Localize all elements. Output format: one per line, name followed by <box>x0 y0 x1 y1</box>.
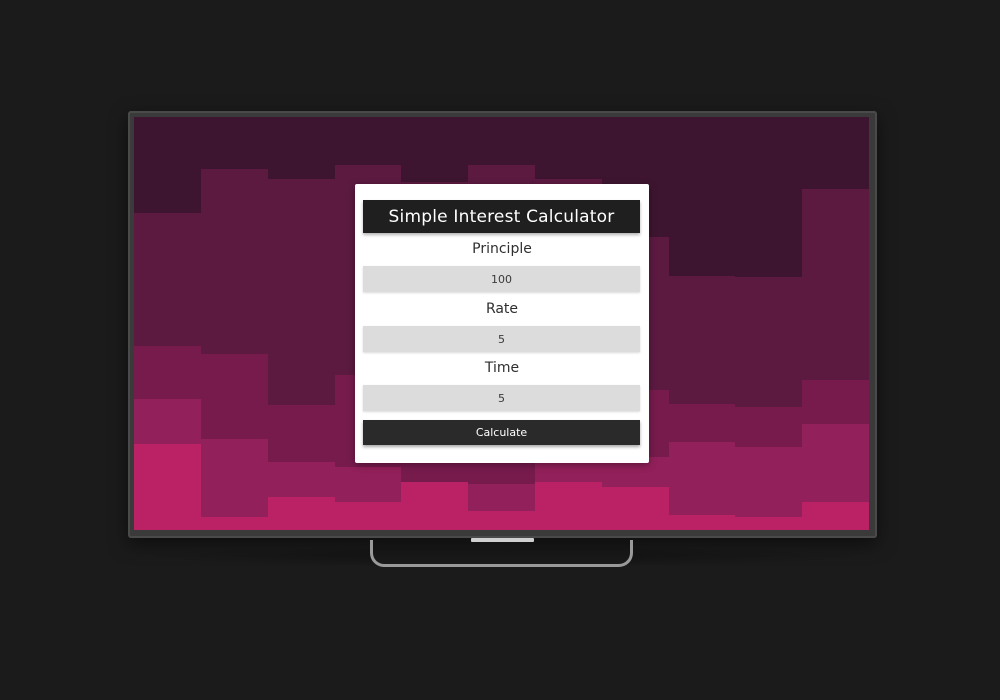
calculator-card: Simple Interest Calculator Principle Rat… <box>355 184 649 463</box>
rate-input[interactable] <box>363 326 640 352</box>
tv-stand-neck <box>471 538 534 542</box>
principle-label: Principle <box>472 241 532 257</box>
time-input[interactable] <box>363 385 640 411</box>
rate-label: Rate <box>485 301 519 317</box>
calculate-button[interactable]: Calculate <box>363 420 640 445</box>
tv-stand <box>370 540 633 567</box>
calculator-title: Simple Interest Calculator <box>363 200 640 233</box>
time-label: Time <box>484 360 520 376</box>
principle-input[interactable] <box>363 266 640 292</box>
